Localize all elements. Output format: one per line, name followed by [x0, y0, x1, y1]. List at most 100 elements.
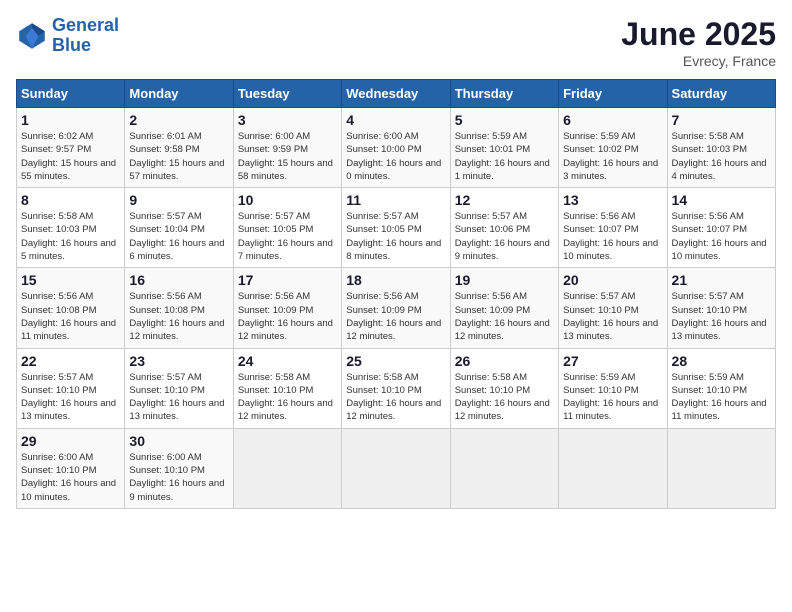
day-info: Sunrise: 5:59 AMSunset: 10:01 PMDaylight…	[455, 131, 550, 182]
day-info: Sunrise: 5:57 AMSunset: 10:06 PMDaylight…	[455, 211, 550, 262]
day-info: Sunrise: 5:56 AMSunset: 10:09 PMDaylight…	[455, 291, 550, 342]
calendar-week-2: 8 Sunrise: 5:58 AMSunset: 10:03 PMDaylig…	[17, 188, 776, 268]
col-header-thursday: Thursday	[450, 80, 558, 108]
day-info: Sunrise: 5:58 AMSunset: 10:03 PMDaylight…	[672, 131, 767, 182]
day-number: 30	[129, 433, 228, 449]
col-header-friday: Friday	[559, 80, 667, 108]
day-info: Sunrise: 5:56 AMSunset: 10:08 PMDaylight…	[21, 291, 116, 342]
day-info: Sunrise: 5:57 AMSunset: 10:10 PMDaylight…	[129, 372, 224, 423]
day-info: Sunrise: 5:56 AMSunset: 10:07 PMDaylight…	[672, 211, 767, 262]
calendar-cell: 22 Sunrise: 5:57 AMSunset: 10:10 PMDayli…	[17, 348, 125, 428]
calendar-cell: 27 Sunrise: 5:59 AMSunset: 10:10 PMDayli…	[559, 348, 667, 428]
calendar-cell: 5 Sunrise: 5:59 AMSunset: 10:01 PMDaylig…	[450, 108, 558, 188]
calendar-cell: 13 Sunrise: 5:56 AMSunset: 10:07 PMDayli…	[559, 188, 667, 268]
calendar-cell: 14 Sunrise: 5:56 AMSunset: 10:07 PMDayli…	[667, 188, 775, 268]
calendar-cell: 7 Sunrise: 5:58 AMSunset: 10:03 PMDaylig…	[667, 108, 775, 188]
calendar-cell: 16 Sunrise: 5:56 AMSunset: 10:08 PMDayli…	[125, 268, 233, 348]
logo-text: General Blue	[52, 16, 119, 56]
day-info: Sunrise: 6:00 AMSunset: 9:59 PMDaylight:…	[238, 131, 333, 182]
day-number: 11	[346, 192, 445, 208]
day-number: 16	[129, 272, 228, 288]
logo-icon	[16, 20, 48, 52]
calendar-cell: 28 Sunrise: 5:59 AMSunset: 10:10 PMDayli…	[667, 348, 775, 428]
day-number: 5	[455, 112, 554, 128]
day-number: 27	[563, 353, 662, 369]
day-number: 2	[129, 112, 228, 128]
day-number: 29	[21, 433, 120, 449]
day-number: 19	[455, 272, 554, 288]
day-number: 7	[672, 112, 771, 128]
day-number: 15	[21, 272, 120, 288]
calendar-cell	[667, 428, 775, 508]
day-number: 12	[455, 192, 554, 208]
day-info: Sunrise: 5:56 AMSunset: 10:09 PMDaylight…	[238, 291, 333, 342]
calendar-cell: 25 Sunrise: 5:58 AMSunset: 10:10 PMDayli…	[342, 348, 450, 428]
calendar-cell: 4 Sunrise: 6:00 AMSunset: 10:00 PMDaylig…	[342, 108, 450, 188]
day-number: 1	[21, 112, 120, 128]
day-number: 8	[21, 192, 120, 208]
month-title: June 2025	[621, 16, 776, 53]
calendar-cell: 15 Sunrise: 5:56 AMSunset: 10:08 PMDayli…	[17, 268, 125, 348]
day-number: 6	[563, 112, 662, 128]
day-info: Sunrise: 5:57 AMSunset: 10:10 PMDaylight…	[563, 291, 658, 342]
calendar-cell: 2 Sunrise: 6:01 AMSunset: 9:58 PMDayligh…	[125, 108, 233, 188]
calendar-week-4: 22 Sunrise: 5:57 AMSunset: 10:10 PMDayli…	[17, 348, 776, 428]
calendar-cell: 20 Sunrise: 5:57 AMSunset: 10:10 PMDayli…	[559, 268, 667, 348]
calendar-cell: 24 Sunrise: 5:58 AMSunset: 10:10 PMDayli…	[233, 348, 341, 428]
col-header-tuesday: Tuesday	[233, 80, 341, 108]
day-info: Sunrise: 6:00 AMSunset: 10:10 PMDaylight…	[21, 452, 116, 503]
day-info: Sunrise: 5:57 AMSunset: 10:10 PMDaylight…	[672, 291, 767, 342]
day-number: 23	[129, 353, 228, 369]
col-header-wednesday: Wednesday	[342, 80, 450, 108]
calendar-week-5: 29 Sunrise: 6:00 AMSunset: 10:10 PMDayli…	[17, 428, 776, 508]
day-info: Sunrise: 5:57 AMSunset: 10:05 PMDaylight…	[346, 211, 441, 262]
calendar-cell: 29 Sunrise: 6:00 AMSunset: 10:10 PMDayli…	[17, 428, 125, 508]
day-number: 20	[563, 272, 662, 288]
day-number: 9	[129, 192, 228, 208]
day-info: Sunrise: 5:59 AMSunset: 10:10 PMDaylight…	[672, 372, 767, 423]
day-number: 21	[672, 272, 771, 288]
calendar-cell: 18 Sunrise: 5:56 AMSunset: 10:09 PMDayli…	[342, 268, 450, 348]
day-number: 14	[672, 192, 771, 208]
col-header-saturday: Saturday	[667, 80, 775, 108]
day-number: 22	[21, 353, 120, 369]
calendar-cell: 26 Sunrise: 5:58 AMSunset: 10:10 PMDayli…	[450, 348, 558, 428]
calendar-cell	[233, 428, 341, 508]
calendar-cell: 10 Sunrise: 5:57 AMSunset: 10:05 PMDayli…	[233, 188, 341, 268]
day-info: Sunrise: 5:57 AMSunset: 10:10 PMDaylight…	[21, 372, 116, 423]
day-number: 24	[238, 353, 337, 369]
col-header-monday: Monday	[125, 80, 233, 108]
logo: General Blue	[16, 16, 119, 56]
day-info: Sunrise: 5:56 AMSunset: 10:08 PMDaylight…	[129, 291, 224, 342]
calendar-cell	[559, 428, 667, 508]
location: Evrecy, France	[621, 53, 776, 69]
day-number: 13	[563, 192, 662, 208]
day-number: 4	[346, 112, 445, 128]
calendar-cell: 9 Sunrise: 5:57 AMSunset: 10:04 PMDaylig…	[125, 188, 233, 268]
day-info: Sunrise: 6:01 AMSunset: 9:58 PMDaylight:…	[129, 131, 224, 182]
calendar-cell: 30 Sunrise: 6:00 AMSunset: 10:10 PMDayli…	[125, 428, 233, 508]
calendar-cell: 3 Sunrise: 6:00 AMSunset: 9:59 PMDayligh…	[233, 108, 341, 188]
calendar-week-3: 15 Sunrise: 5:56 AMSunset: 10:08 PMDayli…	[17, 268, 776, 348]
day-info: Sunrise: 5:57 AMSunset: 10:04 PMDaylight…	[129, 211, 224, 262]
day-number: 25	[346, 353, 445, 369]
day-number: 18	[346, 272, 445, 288]
calendar-cell: 19 Sunrise: 5:56 AMSunset: 10:09 PMDayli…	[450, 268, 558, 348]
day-number: 10	[238, 192, 337, 208]
day-info: Sunrise: 5:59 AMSunset: 10:02 PMDaylight…	[563, 131, 658, 182]
calendar-cell: 1 Sunrise: 6:02 AMSunset: 9:57 PMDayligh…	[17, 108, 125, 188]
col-header-sunday: Sunday	[17, 80, 125, 108]
day-number: 3	[238, 112, 337, 128]
day-info: Sunrise: 5:57 AMSunset: 10:05 PMDaylight…	[238, 211, 333, 262]
calendar-cell: 8 Sunrise: 5:58 AMSunset: 10:03 PMDaylig…	[17, 188, 125, 268]
calendar-table: SundayMondayTuesdayWednesdayThursdayFrid…	[16, 79, 776, 509]
day-info: Sunrise: 5:59 AMSunset: 10:10 PMDaylight…	[563, 372, 658, 423]
calendar-cell	[450, 428, 558, 508]
calendar-cell: 12 Sunrise: 5:57 AMSunset: 10:06 PMDayli…	[450, 188, 558, 268]
calendar-cell: 11 Sunrise: 5:57 AMSunset: 10:05 PMDayli…	[342, 188, 450, 268]
day-info: Sunrise: 5:58 AMSunset: 10:03 PMDaylight…	[21, 211, 116, 262]
day-info: Sunrise: 5:56 AMSunset: 10:07 PMDaylight…	[563, 211, 658, 262]
day-info: Sunrise: 6:00 AMSunset: 10:00 PMDaylight…	[346, 131, 441, 182]
day-info: Sunrise: 5:58 AMSunset: 10:10 PMDaylight…	[346, 372, 441, 423]
title-block: June 2025 Evrecy, France	[621, 16, 776, 69]
